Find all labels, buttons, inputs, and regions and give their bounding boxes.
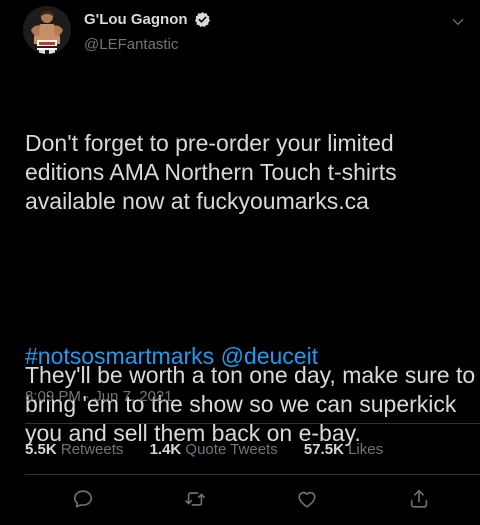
tweet-stats: 5.5K Retweets 1.4K Quote Tweets 57.5K Li… — [25, 441, 405, 458]
like-icon[interactable] — [296, 488, 320, 512]
timestamp-separator: · — [80, 388, 95, 405]
tweet-timestamp: 8:09 PM · Jun 7, 2021 — [25, 388, 173, 405]
reply-icon[interactable] — [72, 488, 96, 512]
share-icon[interactable] — [408, 488, 432, 512]
tweet-date[interactable]: Jun 7, 2021 — [94, 388, 172, 405]
likes-stat[interactable]: 57.5K Likes — [304, 441, 383, 458]
verified-badge-icon — [194, 11, 211, 28]
chevron-down-icon[interactable] — [448, 12, 468, 32]
tweet-paragraph: Don't forget to pre-order your limited e… — [25, 130, 403, 214]
avatar[interactable] — [23, 6, 71, 54]
likes-label: Likes — [348, 441, 384, 458]
divider — [25, 474, 480, 475]
tweet-tags: #notsosmartmarks @deuceit — [25, 342, 318, 371]
handle[interactable]: @LEFantastic — [84, 36, 178, 53]
retweets-label: Retweets — [60, 441, 124, 458]
hashtag-link[interactable]: #notsosmartmarks — [25, 343, 214, 369]
mention-link[interactable]: @deuceit — [221, 343, 319, 369]
display-name[interactable]: G'Lou Gagnon — [84, 11, 188, 28]
likes-count: 57.5K — [303, 441, 344, 458]
tweet-card: G'Lou Gagnon @LEFantastic Don't forget t… — [0, 0, 480, 525]
divider — [25, 423, 480, 424]
quote-tweets-label: Quote Tweets — [185, 441, 278, 458]
tweet-actions — [0, 488, 480, 512]
retweet-icon[interactable] — [184, 488, 208, 512]
tweet-time[interactable]: 8:09 PM — [25, 388, 81, 405]
quote-tweets-stat[interactable]: 1.4K Quote Tweets — [150, 441, 278, 458]
retweets-count: 5.5K — [25, 441, 57, 458]
retweets-stat[interactable]: 5.5K Retweets — [25, 441, 123, 458]
quote-tweets-count: 1.4K — [149, 441, 182, 458]
